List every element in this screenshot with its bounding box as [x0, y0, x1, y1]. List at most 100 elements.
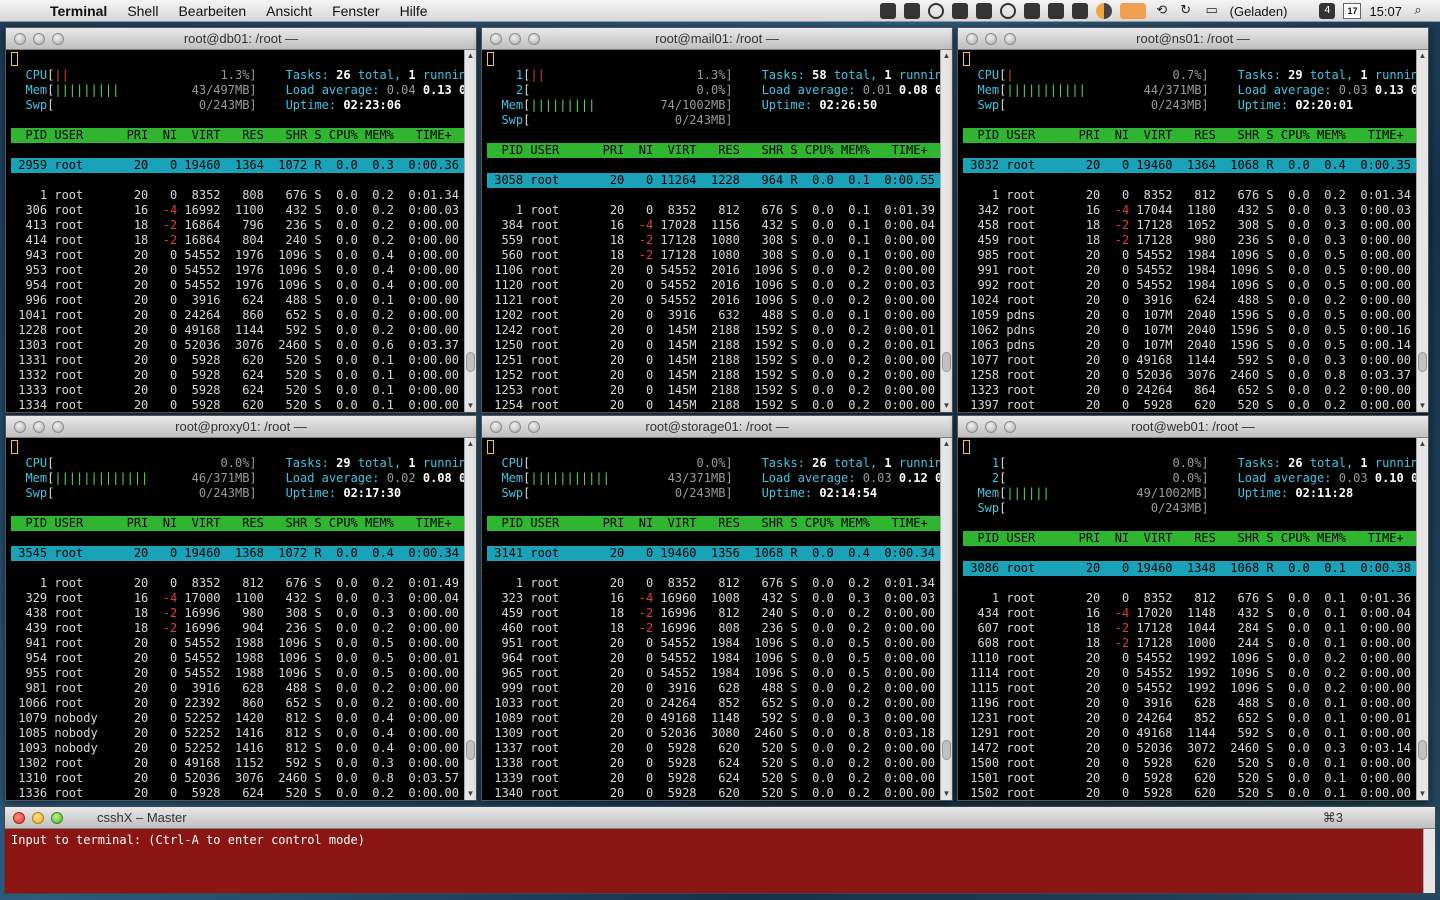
scroll-up-arrow-icon[interactable]: ▲: [941, 50, 952, 62]
process-row[interactable]: 991 root 20 0 54552 1984 1096 S 0.0 0.5 …: [963, 263, 1416, 277]
input-source-icon[interactable]: 4: [1319, 3, 1336, 19]
process-row[interactable]: 954 root 20 0 54552 1976 1096 S 0.0 0.4 …: [11, 278, 464, 292]
process-row[interactable]: 1309 root 20 0 52036 3080 2460 S 0.0 0.8…: [487, 726, 940, 740]
scroll-thumb[interactable]: [1418, 352, 1427, 372]
process-row-selected[interactable]: 3058 root 20 0 11264 1228 964 R 0.0 0.1 …: [487, 173, 940, 188]
process-row[interactable]: 1062 pdns 20 0 107M 2040 1596 S 0.0 0.5 …: [963, 323, 1416, 337]
process-row[interactable]: 953 root 20 0 54552 1976 1096 S 0.0 0.4 …: [11, 263, 464, 277]
refresh-icon[interactable]: ↻: [1178, 3, 1194, 19]
process-row[interactable]: 1472 root 20 0 52036 3072 2460 S 0.0 0.3…: [963, 741, 1416, 755]
vertical-scrollbar[interactable]: ▲ ▼: [1416, 438, 1428, 800]
process-row[interactable]: 1336 root 20 0 5928 624 520 S 0.0 0.2 0:…: [11, 786, 464, 800]
user-icon[interactable]: [1071, 3, 1088, 19]
process-row[interactable]: 1337 root 20 0 5928 620 520 S 0.0 0.2 0:…: [487, 741, 940, 755]
scroll-up-arrow-icon[interactable]: ▲: [1417, 438, 1428, 450]
scroll-up-arrow-icon[interactable]: ▲: [941, 438, 952, 450]
process-row[interactable]: 342 root 16 -4 17044 1180 432 S 0.0 0.3 …: [963, 203, 1416, 217]
process-row[interactable]: 1 root 20 0 8352 812 676 S 0.0 0.2 0:01.…: [11, 576, 464, 590]
window-titlebar[interactable]: root@db01: /root —: [6, 28, 476, 50]
scroll-down-arrow-icon[interactable]: ▼: [941, 400, 952, 412]
process-row[interactable]: 460 root 18 -2 16996 808 236 S 0.0 0.2 0…: [487, 621, 940, 635]
process-row[interactable]: 559 root 18 -2 17128 1080 308 S 0.0 0.1 …: [487, 233, 940, 247]
process-row-selected[interactable]: 3032 root 20 0 19460 1364 1068 R 0.0 0.4…: [963, 158, 1416, 173]
terminal-window[interactable]: root@ns01: /root — CPU[| 0.7%] Tasks: 29…: [957, 27, 1429, 413]
csshx-master-window[interactable]: csshX – Master ⌘3 Input to terminal: (Ct…: [4, 806, 1436, 894]
process-row[interactable]: 1093 nobody 20 0 52252 1416 812 S 0.0 0.…: [11, 741, 464, 755]
close-button[interactable]: [14, 421, 26, 433]
process-row[interactable]: 965 root 20 0 54552 1984 1096 S 0.0 0.5 …: [487, 666, 940, 680]
menu-fenster[interactable]: Fenster: [322, 0, 389, 22]
process-row[interactable]: 1331 root 20 0 5928 620 520 S 0.0 0.1 0:…: [11, 353, 464, 367]
process-table-header[interactable]: PID USER PRI NI VIRT RES SHR S CPU% MEM%…: [963, 128, 1416, 143]
process-row[interactable]: 459 root 18 -2 16996 812 240 S 0.0 0.2 0…: [487, 606, 940, 620]
network-icon[interactable]: [975, 3, 992, 19]
process-row[interactable]: 1106 root 20 0 54552 2016 1096 S 0.0 0.2…: [487, 263, 940, 277]
process-row[interactable]: 943 root 20 0 54552 1976 1096 S 0.0 0.4 …: [11, 248, 464, 262]
zoom-button[interactable]: [528, 33, 540, 45]
process-row[interactable]: 985 root 20 0 54552 1984 1096 S 0.0 0.5 …: [963, 248, 1416, 262]
minimize-button[interactable]: [509, 33, 521, 45]
zoom-button[interactable]: [52, 421, 64, 433]
wifi-icon[interactable]: [1295, 3, 1311, 19]
htop-output[interactable]: CPU[ 0.0%] Tasks: 29 total, 1 running Me…: [6, 438, 464, 800]
scroll-up-arrow-icon[interactable]: ▲: [1417, 50, 1428, 62]
scroll-thumb[interactable]: [466, 352, 475, 372]
scroll-down-arrow-icon[interactable]: ▼: [465, 400, 476, 412]
master-scrollbar[interactable]: [1423, 829, 1435, 893]
process-row[interactable]: 1196 root 20 0 3916 628 488 S 0.0 0.1 0:…: [963, 696, 1416, 710]
record-icon[interactable]: [999, 3, 1016, 19]
minimize-button[interactable]: [509, 421, 521, 433]
terminal-window[interactable]: root@proxy01: /root — CPU[ 0.0%] Tasks: …: [5, 415, 477, 801]
process-row-selected[interactable]: 3545 root 20 0 19460 1368 1072 R 0.0 0.4…: [11, 546, 464, 561]
process-row[interactable]: 607 root 18 -2 17128 1044 284 S 0.0 0.1 …: [963, 621, 1416, 635]
close-button[interactable]: [14, 33, 26, 45]
process-row[interactable]: 955 root 20 0 54552 1988 1096 S 0.0 0.5 …: [11, 666, 464, 680]
process-row[interactable]: 413 root 18 -2 16864 796 236 S 0.0 0.2 0…: [11, 218, 464, 232]
process-row[interactable]: 1110 root 20 0 54552 1992 1096 S 0.0 0.2…: [963, 651, 1416, 665]
close-button[interactable]: [490, 33, 502, 45]
process-row-selected[interactable]: 2959 root 20 0 19460 1364 1072 R 0.0 0.3…: [11, 158, 464, 173]
sync-icon[interactable]: [927, 3, 944, 19]
process-row[interactable]: 1121 root 20 0 54552 2016 1096 S 0.0 0.2…: [487, 293, 940, 307]
vertical-scrollbar[interactable]: ▲ ▼: [940, 438, 952, 800]
process-row[interactable]: 1291 root 20 0 49168 1144 592 S 0.0 0.1 …: [963, 726, 1416, 740]
terminal-window[interactable]: root@db01: /root — CPU[|| 1.3%] Tasks: 2…: [5, 27, 477, 413]
htop-output[interactable]: 1[|| 1.3%] Tasks: 58 total, 1 running 2[…: [482, 50, 940, 412]
process-table-header[interactable]: PID USER PRI NI VIRT RES SHR S CPU% MEM%…: [11, 516, 464, 531]
minimize-button[interactable]: [985, 33, 997, 45]
process-row[interactable]: 1041 root 20 0 24264 860 652 S 0.0 0.2 0…: [11, 308, 464, 322]
process-row[interactable]: 1114 root 20 0 54552 1992 1096 S 0.0 0.2…: [963, 666, 1416, 680]
process-table-header[interactable]: PID USER PRI NI VIRT RES SHR S CPU% MEM%…: [11, 128, 464, 143]
process-row[interactable]: 1 root 20 0 8352 808 676 S 0.0 0.2 0:01.…: [11, 188, 464, 202]
close-button[interactable]: [966, 33, 978, 45]
zoom-button[interactable]: [1004, 421, 1016, 433]
scroll-down-arrow-icon[interactable]: ▼: [1417, 400, 1428, 412]
window-titlebar[interactable]: root@storage01: /root —: [482, 416, 952, 438]
process-row[interactable]: 384 root 16 -4 17028 1156 432 S 0.0 0.1 …: [487, 218, 940, 232]
close-button[interactable]: [13, 812, 25, 824]
process-row[interactable]: 981 root 20 0 3916 628 488 S 0.0 0.2 0:0…: [11, 681, 464, 695]
process-row[interactable]: 1253 root 20 0 145M 2188 1592 S 0.0 0.2 …: [487, 383, 940, 397]
menu-ansicht[interactable]: Ansicht: [256, 0, 322, 22]
binoculars-icon[interactable]: [1023, 3, 1040, 19]
battery-icon[interactable]: ▭: [1202, 3, 1222, 19]
process-row[interactable]: 1338 root 20 0 5928 624 520 S 0.0 0.2 0:…: [487, 756, 940, 770]
process-row[interactable]: 323 root 16 -4 16960 1008 432 S 0.0 0.3 …: [487, 591, 940, 605]
time-machine-icon[interactable]: ⟲: [1154, 3, 1170, 19]
minimize-button[interactable]: [33, 33, 45, 45]
menu-app-terminal[interactable]: Terminal: [40, 0, 117, 22]
scroll-thumb[interactable]: [942, 740, 951, 760]
process-row-selected[interactable]: 3141 root 20 0 19460 1356 1068 R 0.0 0.4…: [487, 546, 940, 561]
process-row[interactable]: 1120 root 20 0 54552 2016 1096 S 0.0 0.2…: [487, 278, 940, 292]
process-row[interactable]: 306 root 16 -4 16992 1100 432 S 0.0 0.2 …: [11, 203, 464, 217]
process-row[interactable]: 1 root 20 0 8352 812 676 S 0.0 0.2 0:01.…: [487, 576, 940, 590]
process-row[interactable]: 434 root 16 -4 17020 1148 432 S 0.0 0.1 …: [963, 606, 1416, 620]
vertical-scrollbar[interactable]: ▲ ▼: [464, 50, 476, 412]
memory-icon[interactable]: [1047, 3, 1064, 19]
vertical-scrollbar[interactable]: ▲ ▼: [1416, 50, 1428, 412]
close-button[interactable]: [966, 421, 978, 433]
process-row[interactable]: 992 root 20 0 54552 1984 1096 S 0.0 0.5 …: [963, 278, 1416, 292]
window-titlebar[interactable]: root@mail01: /root —: [482, 28, 952, 50]
process-row[interactable]: 329 root 16 -4 17000 1100 432 S 0.0 0.3 …: [11, 591, 464, 605]
process-row[interactable]: 941 root 20 0 54552 1988 1096 S 0.0 0.5 …: [11, 636, 464, 650]
